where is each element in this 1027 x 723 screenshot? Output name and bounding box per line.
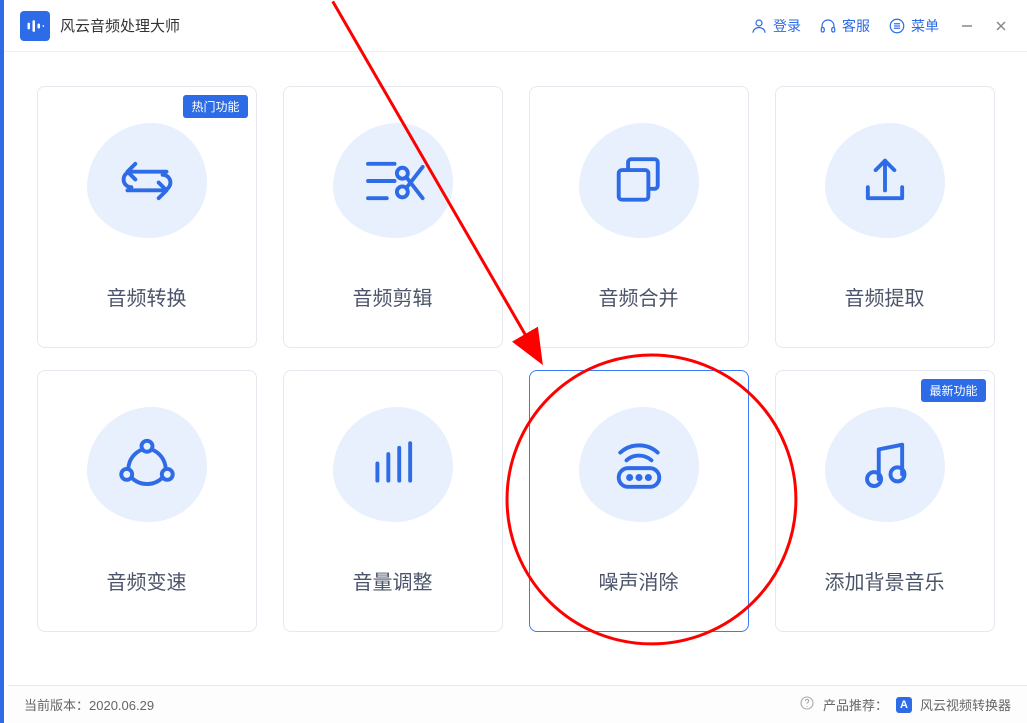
card-label: 音频合并 <box>599 282 679 311</box>
card-icon-wrap <box>579 87 699 274</box>
menu-label: 菜单 <box>911 16 939 36</box>
close-icon <box>994 19 1008 33</box>
support-button[interactable]: 客服 <box>819 16 870 36</box>
card-icon-wrap <box>825 87 945 274</box>
card-label: 音频变速 <box>107 566 187 595</box>
title-bar: 风云音频处理大师 登录 客服 菜单 <box>4 0 1027 52</box>
headset-icon <box>819 17 837 35</box>
card-audio-convert[interactable]: 热门功能 音频转换 <box>37 86 257 348</box>
titlebar-actions: 登录 客服 菜单 <box>750 16 939 36</box>
window-controls <box>953 12 1015 40</box>
card-audio-speed[interactable]: 音频变速 <box>37 370 257 632</box>
hot-badge: 热门功能 <box>183 95 247 118</box>
card-icon-wrap <box>579 371 699 558</box>
card-label: 添加背景音乐 <box>825 566 945 595</box>
login-button[interactable]: 登录 <box>750 16 801 36</box>
card-audio-edit[interactable]: 音频剪辑 <box>283 86 503 348</box>
wifi-device-icon <box>600 426 678 504</box>
card-label: 音频转换 <box>107 282 187 311</box>
close-button[interactable] <box>987 12 1015 40</box>
app-logo <box>20 11 50 41</box>
card-audio-extract[interactable]: 音频提取 <box>775 86 995 348</box>
recommend-label: 产品推荐： <box>823 695 888 714</box>
card-icon-wrap <box>87 371 207 558</box>
card-label: 音频提取 <box>845 282 925 311</box>
waveform-icon <box>25 16 45 36</box>
recommend-logo-icon: A <box>896 697 912 713</box>
bars-icon <box>354 426 432 504</box>
new-badge: 最新功能 <box>921 379 985 402</box>
minimize-icon <box>960 19 974 33</box>
card-icon-wrap <box>333 371 453 558</box>
card-add-bgm[interactable]: 最新功能 添加背景音乐 <box>775 370 995 632</box>
feature-grid: 热门功能 音频转换 音频剪辑 音频合并 音频提取 音频变速 音量调整 <box>4 52 1027 632</box>
card-noise-removal[interactable]: 噪声消除 <box>529 370 749 632</box>
app-title: 风云音频处理大师 <box>60 15 180 36</box>
support-label: 客服 <box>842 16 870 36</box>
version-text: 当前版本：2020.06.29 <box>24 695 154 714</box>
card-volume-adjust[interactable]: 音量调整 <box>283 370 503 632</box>
status-bar: 当前版本：2020.06.29 产品推荐： A 风云视频转换器 <box>8 685 1027 723</box>
recommend-product[interactable]: 风云视频转换器 <box>920 695 1011 714</box>
music-note-icon <box>846 426 924 504</box>
upload-icon <box>846 142 924 220</box>
menu-button[interactable]: 菜单 <box>888 16 939 36</box>
card-label: 音频剪辑 <box>353 282 433 311</box>
card-label: 噪声消除 <box>599 566 679 595</box>
help-icon[interactable] <box>799 695 815 714</box>
login-label: 登录 <box>773 16 801 36</box>
minimize-button[interactable] <box>953 12 981 40</box>
scissors-list-icon <box>354 142 432 220</box>
card-icon-wrap <box>333 87 453 274</box>
menu-icon <box>888 17 906 35</box>
user-icon <box>750 17 768 35</box>
card-audio-merge[interactable]: 音频合并 <box>529 86 749 348</box>
card-label: 音量调整 <box>353 566 433 595</box>
copy-icon <box>600 142 678 220</box>
swap-arrows-icon <box>108 142 186 220</box>
nodes-cycle-icon <box>108 426 186 504</box>
